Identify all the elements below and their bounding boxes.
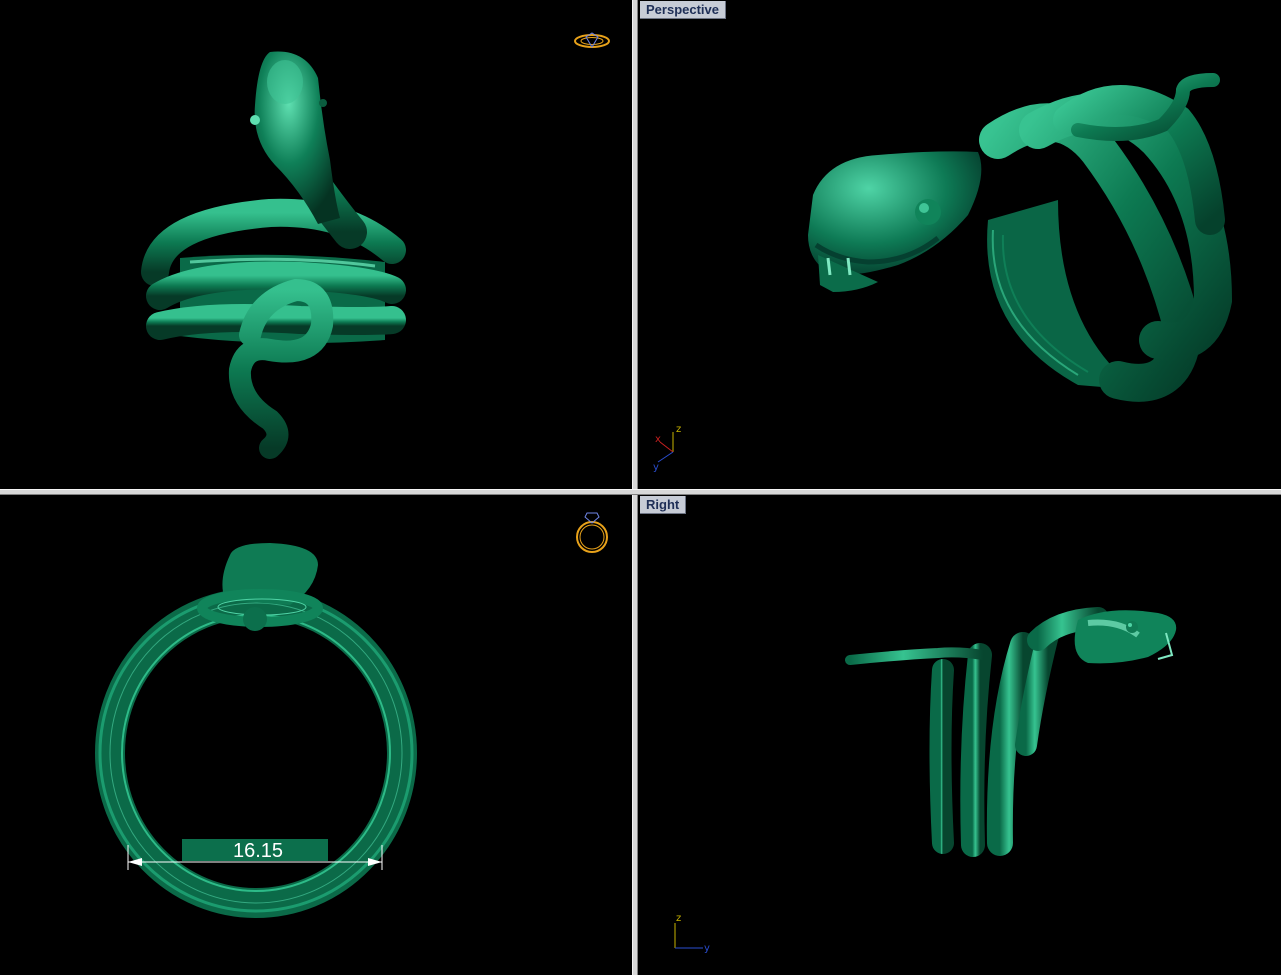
axis-triad-icon: z x y: [653, 424, 681, 473]
viewport-perspective[interactable]: Perspective z x y: [638, 0, 1281, 489]
viewport-splitter-vertical[interactable]: [632, 0, 638, 975]
viewport-top-left[interactable]: [0, 0, 632, 489]
viewport-front[interactable]: 16.15: [0, 495, 632, 975]
axis-x-label: x: [655, 434, 661, 445]
axis-z-label: z: [676, 424, 681, 435]
axis-z-label: z: [676, 913, 681, 924]
axis-y-label: y: [653, 462, 659, 473]
ring-gizmo-icon[interactable]: [0, 0, 632, 489]
viewport-splitter-horizontal[interactable]: [0, 489, 1281, 495]
ring-front-gizmo-icon[interactable]: [0, 495, 632, 975]
viewport-right[interactable]: Right z y: [638, 495, 1281, 975]
axis-y-label: y: [704, 943, 710, 954]
axis-triad-icon: z y: [674, 913, 710, 954]
